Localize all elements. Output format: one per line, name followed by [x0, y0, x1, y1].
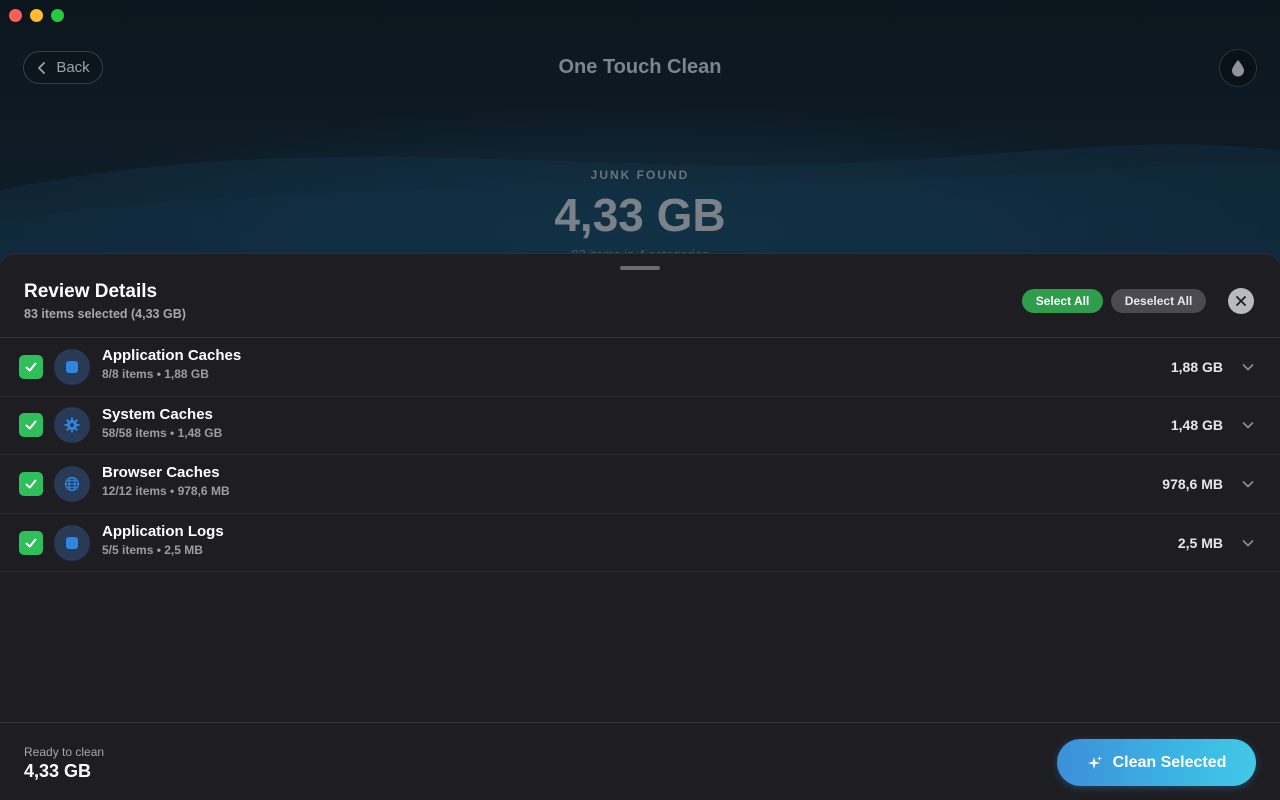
checkmark-icon — [25, 362, 37, 372]
close-sheet-button[interactable] — [1228, 288, 1254, 314]
sheet-title: Review Details — [24, 281, 158, 302]
deselect-all-button[interactable]: Deselect All — [1111, 289, 1206, 313]
footer-bar: Ready to clean 4,33 GB Clean Selected — [0, 722, 1280, 800]
item-size: 978,6 MB — [1162, 475, 1223, 492]
checkmark-icon — [25, 479, 37, 489]
chevron-down-icon[interactable] — [1242, 361, 1254, 373]
droplet-icon — [1232, 60, 1244, 77]
chevron-down-icon[interactable] — [1242, 419, 1254, 431]
app-square-icon — [54, 524, 90, 561]
item-name: Browser Caches — [102, 464, 220, 482]
ready-to-clean-size: 4,33 GB — [24, 761, 92, 781]
app-square-icon — [54, 348, 90, 385]
checkmark-icon — [25, 420, 37, 430]
junk-found-size: 4,33 GB — [554, 189, 726, 241]
list-item[interactable]: Browser Caches 12/12 items • 978,6 MB 97… — [0, 455, 1280, 514]
item-checkbox[interactable] — [19, 354, 43, 379]
window-controls — [9, 9, 64, 22]
item-name: System Caches — [102, 405, 213, 423]
app-title: One Touch Clean — [558, 56, 722, 78]
selected-summary: 83 items selected (4,33 GB) — [24, 307, 186, 321]
close-icon — [1236, 296, 1246, 306]
review-details-sheet: Review Details 83 items selected (4,33 G… — [0, 253, 1280, 800]
junk-found-label: JUNK FOUND — [590, 168, 690, 182]
select-all-button[interactable]: Select All — [1022, 289, 1103, 313]
minimize-window-button[interactable] — [30, 9, 43, 22]
item-size: 2,5 MB — [1177, 534, 1223, 551]
list-item[interactable]: Application Caches 8/8 items • 1,88 GB 1… — [0, 338, 1280, 397]
category-list: Application Caches 8/8 items • 1,88 GB 1… — [0, 337, 1280, 573]
globe-icon — [54, 465, 90, 502]
item-checkbox[interactable] — [19, 471, 43, 496]
item-name: Application Caches — [102, 347, 242, 364]
droplet-button[interactable] — [1219, 49, 1257, 87]
list-item[interactable]: Application Logs 5/5 items • 2,5 MB 2,5 … — [0, 514, 1280, 573]
item-meta: 58/58 items • 1,48 GB — [102, 425, 223, 440]
sheet-grabber[interactable] — [620, 266, 660, 270]
clean-selected-label: Clean Selected — [1112, 753, 1227, 771]
clean-selected-button[interactable]: Clean Selected — [1057, 739, 1256, 786]
close-window-button[interactable] — [9, 9, 22, 22]
item-meta: 12/12 items • 978,6 MB — [102, 484, 230, 499]
chevron-down-icon[interactable] — [1242, 537, 1254, 549]
item-meta: 5/5 items • 2,5 MB — [102, 542, 203, 557]
item-meta: 8/8 items • 1,88 GB — [102, 367, 209, 381]
ready-to-clean-label: Ready to clean — [24, 745, 105, 759]
item-name: Application Logs — [102, 522, 224, 540]
gear-icon — [54, 407, 90, 444]
list-item[interactable]: System Caches 58/58 items • 1,48 GB 1,48… — [0, 397, 1280, 456]
item-size: 1,88 GB — [1170, 358, 1223, 375]
chevron-down-icon[interactable] — [1242, 478, 1254, 490]
checkmark-icon — [25, 538, 37, 548]
item-size: 1,48 GB — [1170, 417, 1223, 434]
item-checkbox[interactable] — [19, 530, 43, 555]
sparkles-icon — [1087, 755, 1102, 769]
zoom-window-button[interactable] — [51, 9, 64, 22]
item-checkbox[interactable] — [19, 413, 43, 438]
